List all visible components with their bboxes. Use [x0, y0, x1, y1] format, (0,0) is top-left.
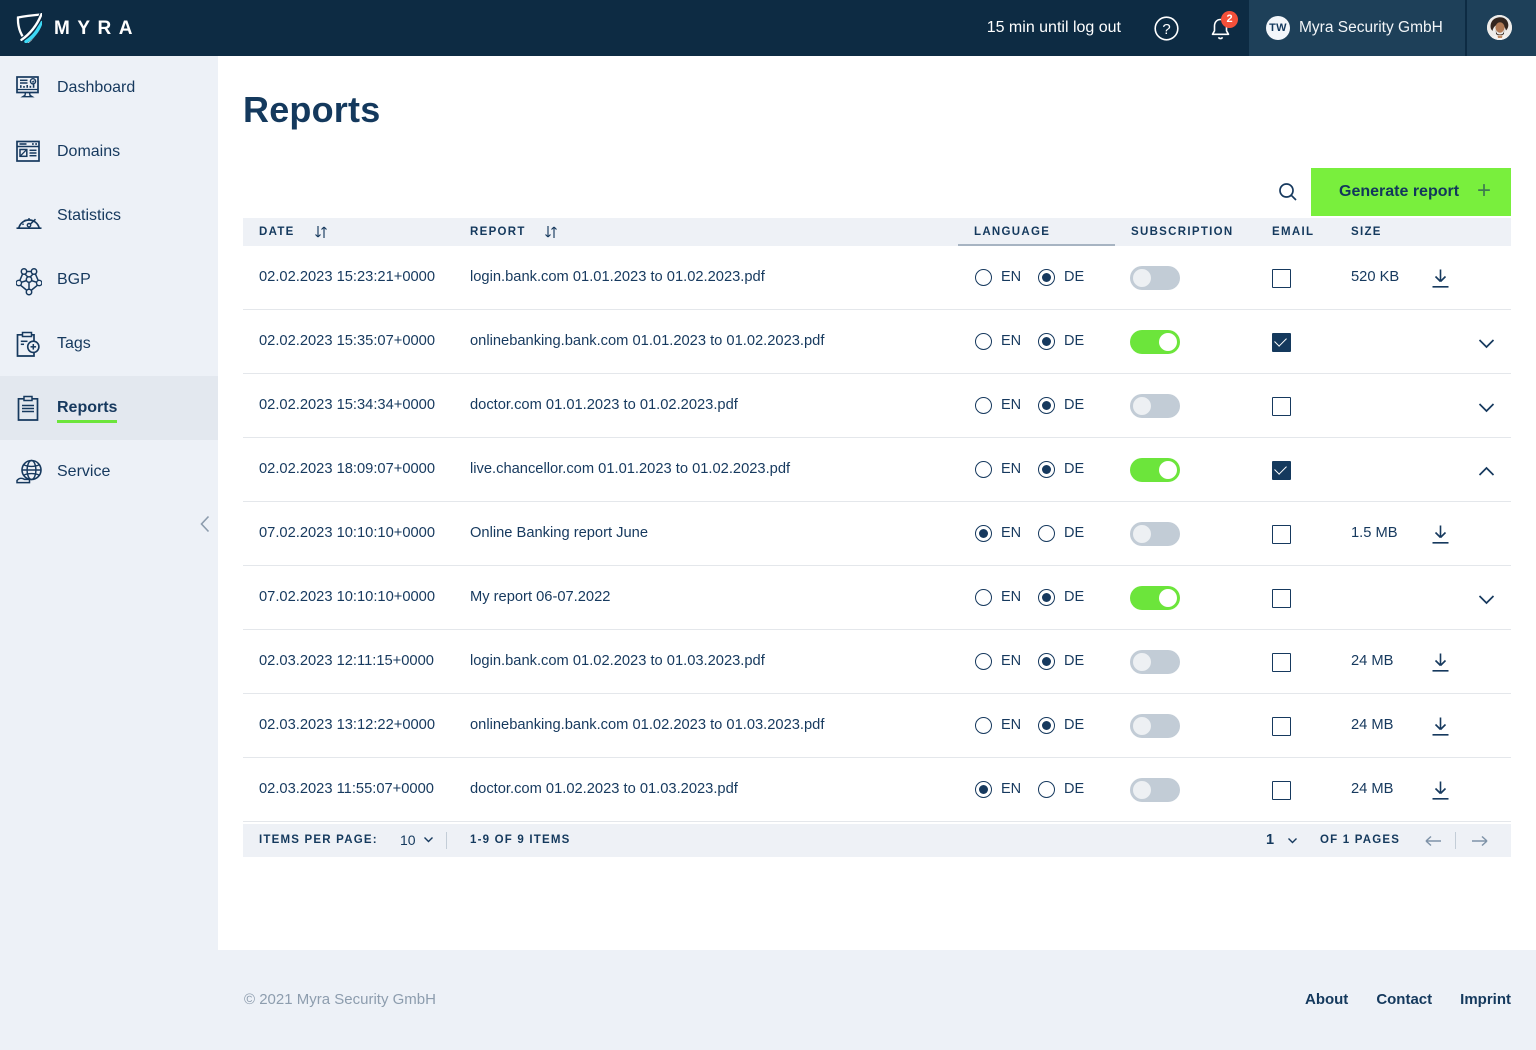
- svg-text:?: ?: [1162, 21, 1170, 38]
